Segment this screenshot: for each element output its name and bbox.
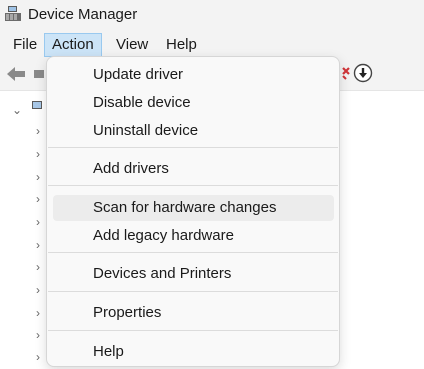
menu-file[interactable]: File bbox=[6, 33, 44, 57]
chevron-right-icon[interactable]: › bbox=[36, 125, 40, 137]
menu-item-add-drivers[interactable]: Add drivers bbox=[53, 156, 334, 182]
menu-view[interactable]: View bbox=[109, 33, 155, 57]
menu-item-update-driver[interactable]: Update driver bbox=[53, 62, 334, 88]
menu-item-scan-hardware[interactable]: Scan for hardware changes bbox=[53, 195, 334, 221]
chevron-right-icon[interactable]: › bbox=[36, 193, 40, 205]
download-driver-icon[interactable] bbox=[353, 63, 373, 83]
menu-item-devices-printers[interactable]: Devices and Printers bbox=[53, 261, 334, 287]
menu-item-add-legacy-hardware[interactable]: Add legacy hardware bbox=[53, 223, 334, 249]
menu-item-help[interactable]: Help bbox=[53, 339, 334, 365]
chevron-right-icon[interactable]: › bbox=[36, 307, 40, 319]
menu-help[interactable]: Help bbox=[159, 33, 204, 57]
back-arrow-icon[interactable] bbox=[6, 65, 26, 83]
title-bar: Device Manager bbox=[0, 0, 424, 30]
window-title: Device Manager bbox=[28, 6, 138, 23]
menu-separator bbox=[48, 330, 338, 331]
menu-action[interactable]: Action bbox=[44, 33, 102, 57]
menu-separator bbox=[48, 252, 338, 253]
menu-separator bbox=[48, 185, 338, 186]
menu-item-uninstall-device[interactable]: Uninstall device bbox=[53, 118, 334, 144]
menu-separator bbox=[48, 147, 338, 148]
menu-separator bbox=[48, 291, 338, 292]
menu-item-disable-device[interactable]: Disable device bbox=[53, 90, 334, 116]
chevron-right-icon[interactable]: › bbox=[36, 351, 40, 363]
chevron-right-icon[interactable]: › bbox=[36, 148, 40, 160]
forward-arrow-icon[interactable] bbox=[30, 67, 44, 81]
menu-bar: File Action View Help bbox=[0, 30, 424, 58]
chevron-right-icon[interactable]: › bbox=[36, 216, 40, 228]
computer-icon bbox=[32, 101, 42, 109]
menu-item-properties[interactable]: Properties bbox=[53, 300, 334, 326]
chevron-right-icon[interactable]: › bbox=[36, 261, 40, 273]
chevron-right-icon[interactable]: › bbox=[36, 239, 40, 251]
chevron-right-icon[interactable]: › bbox=[36, 171, 40, 183]
device-manager-icon bbox=[5, 6, 21, 21]
uninstall-x-icon[interactable] bbox=[340, 66, 350, 80]
action-menu-dropdown: Update driver Disable device Uninstall d… bbox=[46, 56, 340, 367]
chevron-right-icon[interactable]: › bbox=[36, 284, 40, 296]
chevron-down-icon[interactable]: ⌄ bbox=[12, 104, 22, 116]
chevron-right-icon[interactable]: › bbox=[36, 329, 40, 341]
